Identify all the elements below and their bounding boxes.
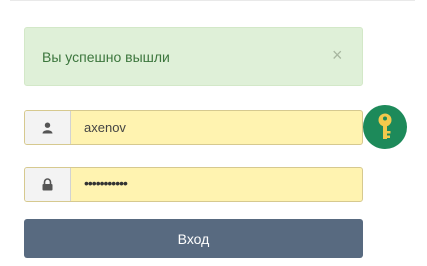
top-divider <box>10 0 415 1</box>
lock-icon <box>25 168 71 201</box>
logout-success-alert: Вы успешно вышли × <box>24 27 363 86</box>
password-field[interactable]: ••••••••••• <box>24 167 363 202</box>
password-value[interactable]: ••••••••••• <box>84 168 128 199</box>
username-value[interactable]: axenov <box>84 111 126 144</box>
user-icon <box>25 111 71 144</box>
close-icon[interactable]: × <box>332 45 343 65</box>
login-button[interactable]: Вход <box>24 219 363 258</box>
username-field[interactable]: axenov <box>24 110 363 145</box>
key-icon <box>378 113 392 139</box>
alert-message: Вы успешно вышли <box>42 49 170 65</box>
key-badge <box>363 105 407 149</box>
